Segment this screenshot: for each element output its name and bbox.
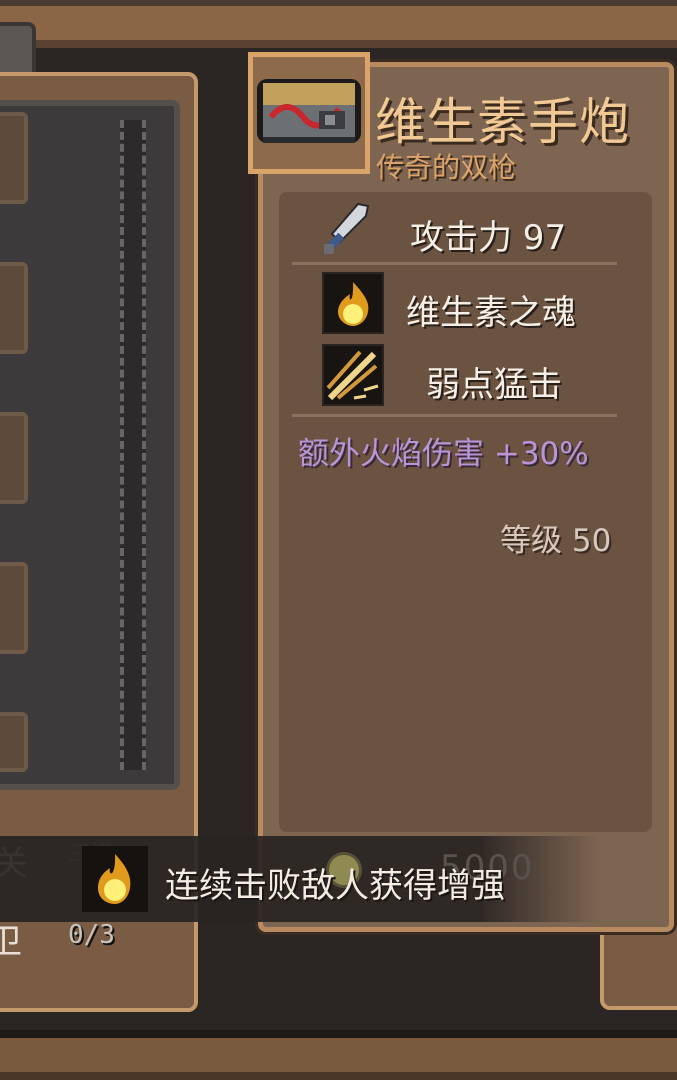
stat-divider bbox=[292, 414, 617, 417]
inventory-slot[interactable] bbox=[0, 412, 28, 504]
bottom-frame-bar bbox=[0, 1030, 677, 1080]
inventory-slot[interactable] bbox=[0, 562, 28, 654]
attack-stat: 攻击力 97 bbox=[410, 218, 567, 258]
inventory-slot[interactable] bbox=[0, 262, 28, 354]
inventory-scrollbar[interactable] bbox=[120, 120, 146, 770]
weak-point-strike-icon bbox=[322, 344, 384, 406]
ability-label: 维生素之魂 bbox=[406, 293, 576, 333]
hand-cannon-icon bbox=[257, 79, 361, 143]
item-rarity: 传奇的双枪 bbox=[376, 151, 517, 184]
item-level: 等级 50 bbox=[500, 523, 612, 559]
top-frame-bar bbox=[0, 0, 677, 48]
buff-progress: 0/3 bbox=[68, 920, 115, 950]
item-name: 维生素手炮 bbox=[375, 93, 630, 151]
sword-icon bbox=[322, 200, 372, 256]
vitamin-soul-flame-icon bbox=[322, 272, 384, 334]
ability-label: 弱点猛击 bbox=[426, 365, 562, 405]
item-icon-frame bbox=[248, 52, 370, 174]
inventory-slot[interactable] bbox=[0, 112, 28, 204]
vitamin-soul-flame-icon bbox=[82, 846, 148, 912]
stat-divider bbox=[292, 262, 617, 265]
inventory-slot[interactable] bbox=[0, 712, 28, 772]
buff-description: 连续击败敌人获得增强 bbox=[165, 866, 505, 906]
bonus-fire-damage: 额外火焰伤害 +30% bbox=[298, 436, 589, 472]
